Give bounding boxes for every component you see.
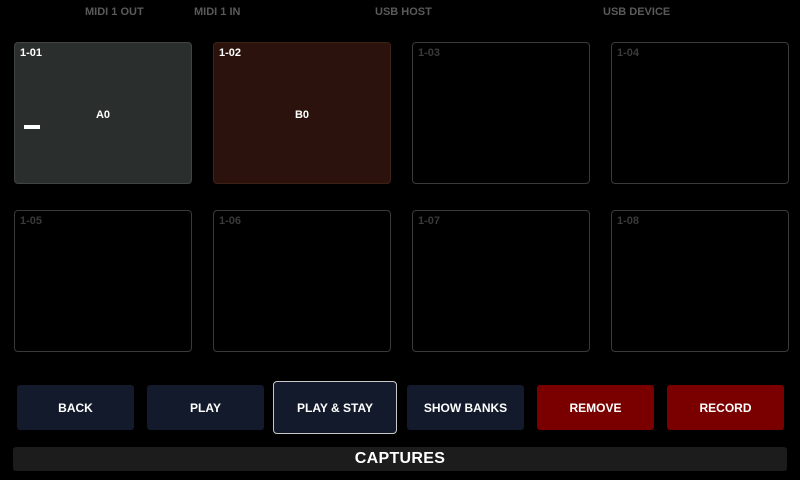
port-label-usb-device: USB DEVICE xyxy=(603,6,671,18)
pad-1-07[interactable]: 1-07 xyxy=(412,210,590,352)
pad-1-02[interactable]: 1-02 B0 xyxy=(213,42,391,184)
pad-note: A0 xyxy=(95,109,111,121)
pad-1-06[interactable]: 1-06 xyxy=(213,210,391,352)
back-button[interactable]: BACK xyxy=(17,385,134,430)
pad-1-05[interactable]: 1-05 xyxy=(14,210,192,352)
play-button[interactable]: PLAY xyxy=(147,385,264,430)
pad-1-08[interactable]: 1-08 xyxy=(611,210,789,352)
pad-note: B0 xyxy=(294,109,310,121)
show-banks-button[interactable]: SHOW BANKS xyxy=(407,385,524,430)
pad-1-03[interactable]: 1-03 xyxy=(412,42,590,184)
pad-id: 1-05 xyxy=(20,215,43,227)
pad-id: 1-02 xyxy=(219,47,242,59)
play-and-stay-button[interactable]: PLAY & STAY xyxy=(273,381,397,434)
pad-1-01[interactable]: 1-01 A0 xyxy=(14,42,192,184)
port-label-midi1-in: MIDI 1 IN xyxy=(194,6,241,18)
playhead-marker-icon xyxy=(24,125,40,129)
port-label-midi1-out: MIDI 1 OUT xyxy=(85,6,144,18)
pad-id: 1-04 xyxy=(617,47,640,59)
port-label-usb-host: USB HOST xyxy=(375,6,432,18)
remove-button[interactable]: REMOVE xyxy=(537,385,654,430)
record-button[interactable]: RECORD xyxy=(667,385,784,430)
pad-id: 1-08 xyxy=(617,215,640,227)
pad-id: 1-03 xyxy=(418,47,441,59)
pad-id: 1-07 xyxy=(418,215,441,227)
screen-title-bar: CAPTURES xyxy=(13,447,787,471)
pad-id: 1-01 xyxy=(20,47,43,59)
pad-1-04[interactable]: 1-04 xyxy=(611,42,789,184)
pad-id: 1-06 xyxy=(219,215,242,227)
